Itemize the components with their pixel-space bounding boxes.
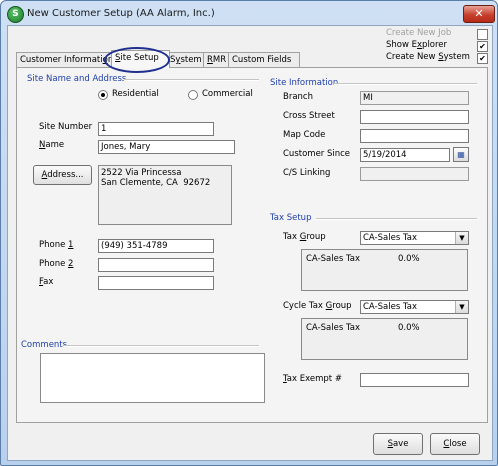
- create-new-system-option: Create New System ✔: [386, 52, 490, 64]
- show-explorer-checkbox[interactable]: ✔: [477, 41, 488, 52]
- tax-exempt-field[interactable]: [360, 373, 469, 387]
- commercial-radio[interactable]: [188, 90, 198, 100]
- app-icon: S: [7, 6, 24, 23]
- show-explorer-option: Show Explorer ✔: [386, 40, 490, 52]
- customer-setup-window: S New Customer Setup (AA Alarm, Inc.) ✕ …: [0, 0, 498, 466]
- name-field[interactable]: Jones, Mary: [98, 140, 235, 154]
- address-button[interactable]: Address...: [33, 165, 92, 185]
- tax-group-row-name: CA-Sales Tax: [306, 254, 360, 264]
- tax-group-label: Tax Group: [283, 232, 326, 242]
- site-setup-highlight-circle: [104, 47, 170, 73]
- save-button[interactable]: Save: [373, 433, 423, 455]
- comments-field[interactable]: [40, 353, 265, 403]
- cycle-tax-row-name: CA-Sales Tax: [306, 323, 360, 333]
- site-number-label: Site Number: [39, 122, 93, 132]
- residential-radio[interactable]: [98, 90, 108, 100]
- map-code-field[interactable]: [360, 129, 469, 143]
- create-new-job-option: Create New Job: [386, 28, 490, 40]
- residential-label: Residential: [112, 89, 159, 99]
- cycle-tax-group-list: CA-Sales Tax 0.0%: [301, 318, 468, 360]
- calendar-icon[interactable]: ▦: [453, 147, 469, 162]
- window-title: New Customer Setup (AA Alarm, Inc.): [27, 8, 215, 19]
- window-close-button[interactable]: ✕: [463, 5, 495, 23]
- comments-divider: [63, 345, 259, 347]
- branch-label: Branch: [283, 92, 313, 102]
- site-information-divider: [334, 83, 477, 85]
- dialog-body: Create New Job Show Explorer ✔ Create Ne…: [7, 25, 493, 461]
- close-button[interactable]: Close: [430, 433, 480, 455]
- create-new-system-checkbox[interactable]: ✔: [477, 53, 488, 64]
- phone2-field[interactable]: [98, 258, 214, 272]
- tax-setup-divider: [316, 218, 477, 220]
- address-display: 2522 Via Princessa San Clemente, CA 9267…: [98, 165, 232, 225]
- phone1-field[interactable]: (949) 351-4789: [98, 239, 214, 253]
- cs-linking-field: [360, 167, 469, 181]
- customer-since-label: Customer Since: [283, 149, 351, 159]
- map-code-label: Map Code: [283, 130, 326, 140]
- tab-custom-fields[interactable]: Custom Fields: [228, 52, 300, 68]
- tax-group-value: CA-Sales Tax: [363, 233, 417, 243]
- show-explorer-label: Show Explorer: [386, 40, 448, 50]
- title-bar: S New Customer Setup (AA Alarm, Inc.) ✕: [1, 1, 497, 27]
- site-setup-panel: Site Name and Address Residential Commer…: [16, 67, 488, 423]
- comments-title: Comments: [21, 340, 68, 350]
- site-information-title: Site Information: [270, 78, 339, 88]
- tab-customer-information[interactable]: Customer Information: [16, 52, 113, 68]
- customer-since-field[interactable]: 5/19/2014: [360, 148, 450, 162]
- phone2-label: Phone 2: [39, 259, 74, 269]
- fax-field[interactable]: [98, 276, 214, 290]
- site-name-address-divider: [124, 79, 259, 81]
- create-new-job-checkbox[interactable]: [477, 29, 488, 40]
- create-new-job-label: Create New Job: [386, 28, 452, 38]
- site-name-address-title: Site Name and Address: [27, 74, 127, 84]
- top-options: Create New Job Show Explorer ✔ Create Ne…: [386, 28, 490, 64]
- tax-group-select[interactable]: CA-Sales Tax ▼: [360, 231, 469, 245]
- fax-label: Fax: [39, 277, 54, 287]
- cycle-tax-group-value: CA-Sales Tax: [363, 302, 417, 312]
- cycle-tax-group-select[interactable]: CA-Sales Tax ▼: [360, 300, 469, 314]
- tax-exempt-label: Tax Exempt #: [283, 374, 342, 384]
- cross-street-field[interactable]: [360, 110, 469, 124]
- create-new-system-label: Create New System: [386, 52, 470, 62]
- tax-setup-title: Tax Setup: [270, 213, 312, 223]
- commercial-label: Commercial: [202, 89, 253, 99]
- cross-street-label: Cross Street: [283, 111, 335, 121]
- cycle-tax-group-label: Cycle Tax Group: [283, 301, 352, 311]
- chevron-down-icon[interactable]: ▼: [455, 301, 468, 313]
- tab-system[interactable]: System: [166, 52, 207, 68]
- cs-linking-label: C/S Linking: [283, 168, 331, 178]
- name-label: Name: [39, 140, 65, 150]
- chevron-down-icon[interactable]: ▼: [455, 232, 468, 244]
- site-number-field[interactable]: 1: [98, 122, 214, 136]
- branch-field: MI: [360, 91, 469, 105]
- phone1-label: Phone 1: [39, 240, 74, 250]
- cycle-tax-row-rate: 0.0%: [398, 323, 420, 333]
- tax-group-row-rate: 0.0%: [398, 254, 420, 264]
- tax-group-list: CA-Sales Tax 0.0%: [301, 249, 468, 291]
